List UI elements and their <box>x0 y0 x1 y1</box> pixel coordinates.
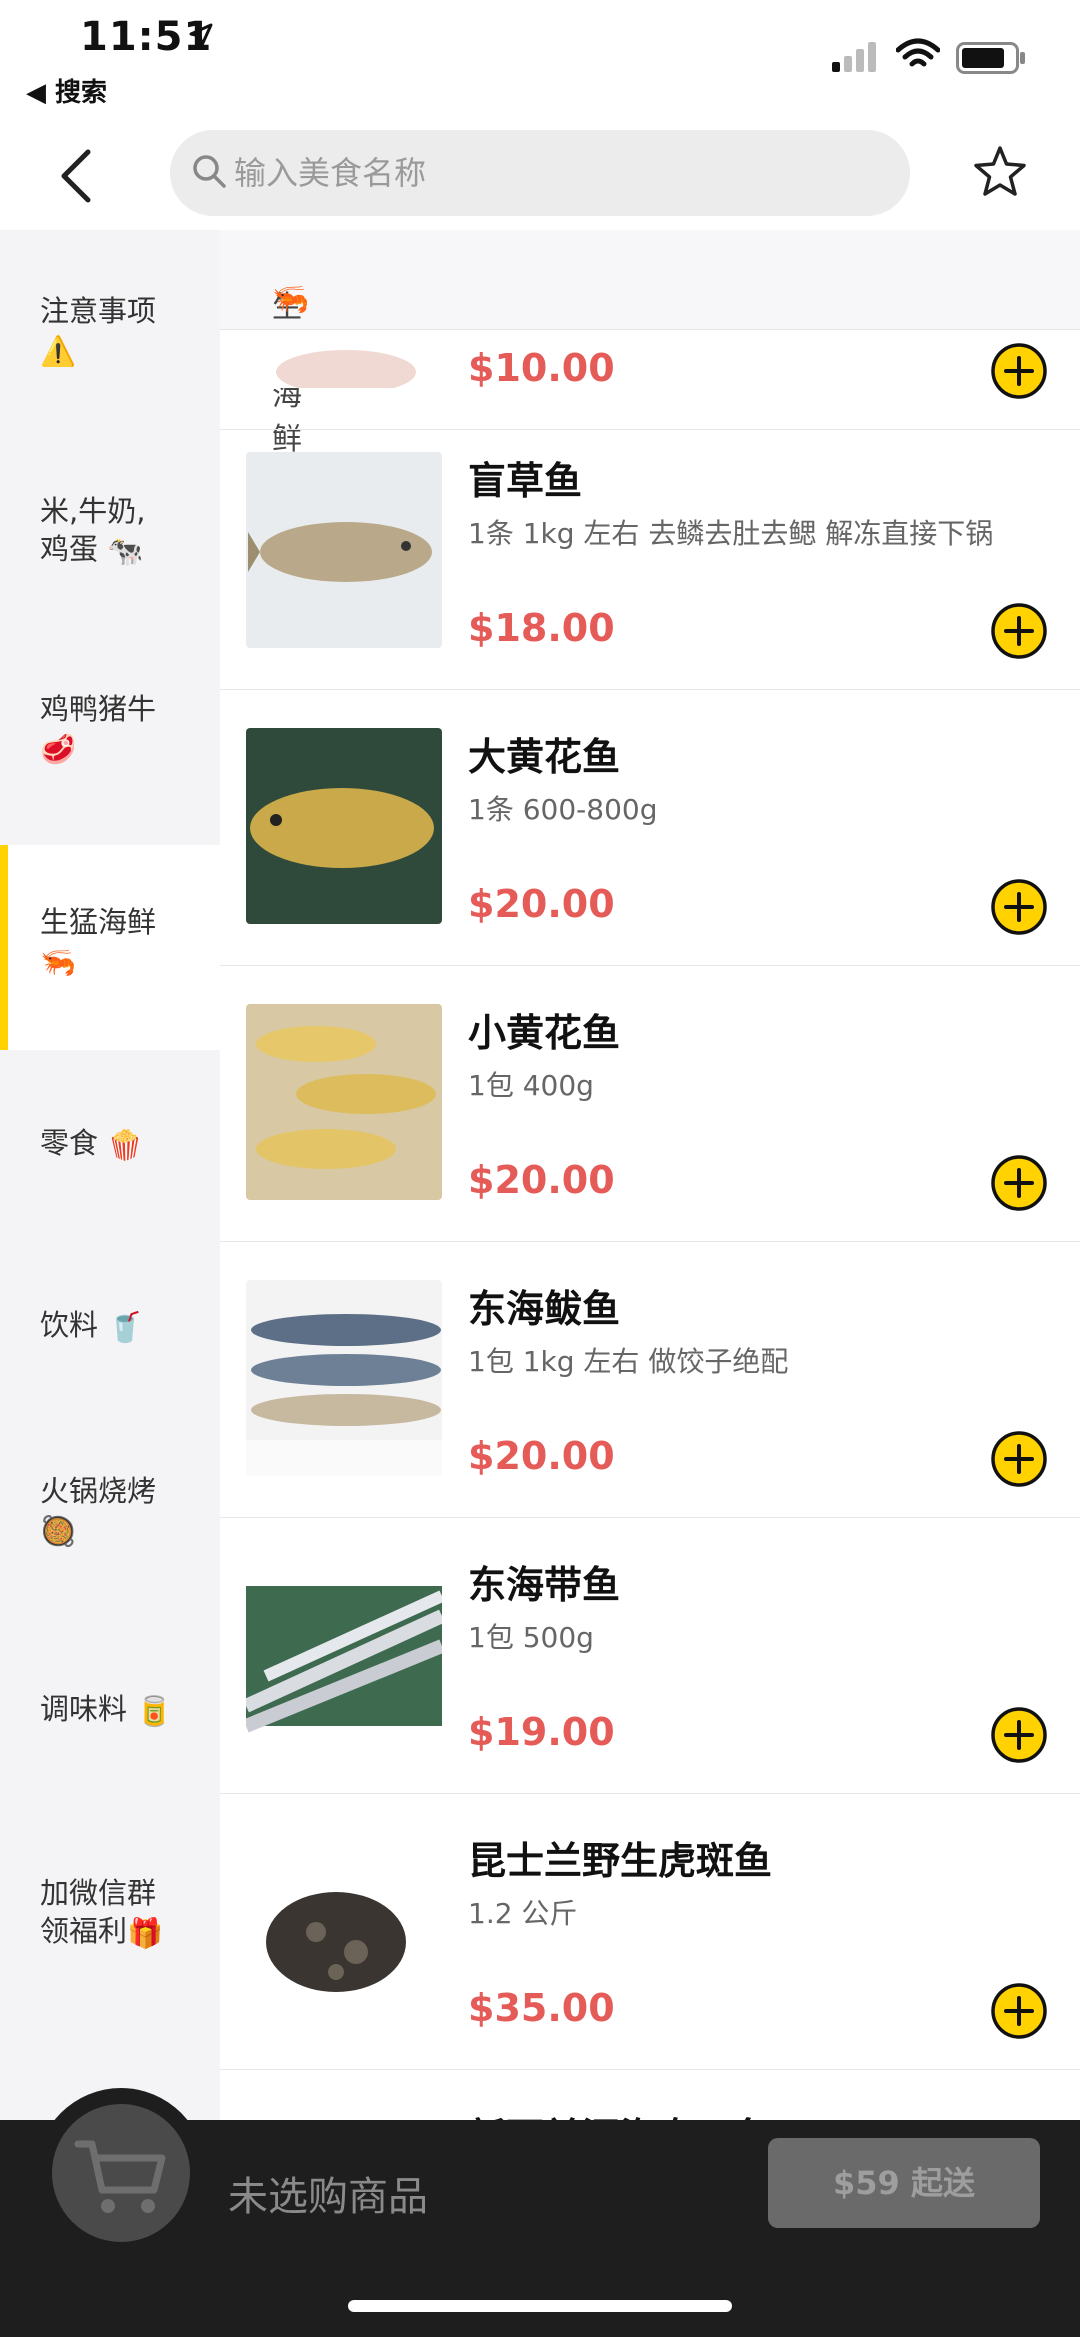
add-to-cart-icon[interactable] <box>990 1706 1048 1764</box>
cell-signal-icon <box>832 42 876 72</box>
product-name: 盲草鱼 <box>468 459 583 503</box>
wifi-icon <box>896 38 940 67</box>
sidebar-item-label: 米,牛奶, 鸡蛋 🐄 <box>40 494 146 568</box>
sidebar-item-snacks[interactable]: 零食 🍿 <box>0 1050 220 1230</box>
sidebar-item-meat[interactable]: 鸡鸭猪牛 🥩 <box>0 620 220 820</box>
product-name: 大黄花鱼 <box>468 735 621 779</box>
sidebar-item-label: 调味料 🥫 <box>40 1692 173 1728</box>
product-description: 1包 400g <box>468 1069 594 1102</box>
sidebar-item-hotpot-bbq[interactable]: 火锅烧烤 🥘 <box>0 1410 220 1610</box>
add-to-cart-icon[interactable] <box>990 602 1048 660</box>
product-description: 1包 500g <box>468 1621 594 1654</box>
list-item[interactable]: 盲草鱼 1条 1kg 左右 去鳞去肚去鳃 解冻直接下锅 $18.00 <box>220 414 1080 690</box>
sidebar-item-label: 零食 🍿 <box>40 1126 144 1162</box>
product-name: 小黄花鱼 <box>468 1011 621 1055</box>
product-price: $10.00 <box>468 346 615 390</box>
list-item[interactable]: 新西兰深海专口鱼 <box>220 2070 1080 2120</box>
back-chevron-icon[interactable] <box>50 148 106 204</box>
sidebar-item-label: 鸡鸭猪牛 🥩 <box>40 692 157 766</box>
section-header: 生猛海鲜🦐 <box>220 230 1080 457</box>
list-item[interactable]: 昆士兰野生虎斑鱼 1.2 公斤 $35.00 <box>220 1794 1080 2070</box>
sidebar-item-wechat-group[interactable]: 加微信群 领福利🎁 <box>0 1800 220 2000</box>
sidebar-item-notices[interactable]: 注意事项 ⚠️ <box>0 230 220 420</box>
shopping-cart-icon <box>74 2140 166 2213</box>
product-image <box>246 1004 442 1200</box>
cart-status-text: 未选购商品 <box>228 2174 428 2220</box>
sidebar-item-label: 火锅烧烤 🥘 <box>40 1474 157 1548</box>
product-image <box>246 452 442 648</box>
product-description: 1包 1kg 左右 做饺子绝配 <box>468 1345 789 1378</box>
product-name: 昆士兰野生虎斑鱼 <box>468 1839 773 1883</box>
product-image <box>246 1556 442 1752</box>
add-to-cart-icon[interactable] <box>990 1430 1048 1488</box>
battery-icon <box>956 42 1025 74</box>
product-price: $35.00 <box>468 1986 615 2030</box>
product-list: $10.00 盲草鱼 1条 1kg 左右 去鳞去肚去鳃 解冻直接下锅 $18.0… <box>220 330 1080 2120</box>
product-price: $20.00 <box>468 882 615 926</box>
add-to-cart-icon[interactable] <box>990 1154 1048 1212</box>
add-to-cart-icon[interactable] <box>990 878 1048 936</box>
home-indicator <box>348 2300 732 2312</box>
list-item[interactable]: 大黄花鱼 1条 600-800g $20.00 <box>220 690 1080 966</box>
product-name: 东海带鱼 <box>468 1563 621 1607</box>
product-price: $18.00 <box>468 606 615 650</box>
product-image <box>246 1280 442 1476</box>
list-item[interactable]: 东海鲅鱼 1包 1kg 左右 做饺子绝配 $20.00 <box>220 1242 1080 1518</box>
product-image <box>246 330 442 388</box>
list-item[interactable]: 东海带鱼 1包 500g $19.00 <box>220 1518 1080 1794</box>
product-price: $19.00 <box>468 1710 615 1754</box>
sidebar-item-label: 注意事项 ⚠️ <box>40 294 157 368</box>
favorite-star-icon[interactable] <box>972 144 1028 200</box>
product-name: 新西兰深海专口鱼 <box>468 2106 772 2120</box>
location-arrow-icon <box>189 23 213 47</box>
search-icon <box>193 155 226 188</box>
list-item[interactable]: 小黄花鱼 1包 400g $20.00 <box>220 966 1080 1242</box>
product-description: 1.2 公斤 <box>468 1897 578 1930</box>
add-to-cart-icon[interactable] <box>990 342 1048 400</box>
nav-bar <box>0 120 1080 230</box>
product-image <box>246 728 442 924</box>
product-description: 1条 1kg 左右 去鳞去肚去鳃 解冻直接下锅 <box>468 517 994 550</box>
sidebar-item-drinks[interactable]: 饮料 🥤 <box>0 1230 220 1410</box>
product-price: $20.00 <box>468 1158 615 1202</box>
sidebar-item-seasoning[interactable]: 调味料 🥫 <box>0 1610 220 1800</box>
product-name: 东海鲅鱼 <box>468 1287 621 1331</box>
sidebar-item-rice-milk-eggs[interactable]: 米,牛奶, 鸡蛋 🐄 <box>0 420 220 620</box>
search-input[interactable] <box>234 130 874 216</box>
product-price: $20.00 <box>468 1434 615 1478</box>
search-box[interactable] <box>170 130 910 216</box>
category-sidebar: 注意事项 ⚠️ 米,牛奶, 鸡蛋 🐄 鸡鸭猪牛 🥩 生猛海鲜 🦐 零食 🍿 饮料 🥤 火… <box>0 230 220 2120</box>
product-image <box>246 1832 442 2028</box>
sidebar-item-seafood[interactable]: 生猛海鲜 🦐 <box>0 845 220 1050</box>
add-to-cart-icon[interactable] <box>990 1982 1048 2040</box>
product-description: 1条 600-800g <box>468 793 658 826</box>
sidebar-item-label: 加微信群 领福利🎁 <box>40 1876 164 1950</box>
cart-button[interactable] <box>36 2088 206 2258</box>
status-bar: 11:51 ◀ 搜索 <box>0 0 1080 120</box>
sidebar-item-label: 饮料 🥤 <box>40 1308 144 1344</box>
sidebar-item-label: 生猛海鲜 🦐 <box>40 905 157 979</box>
checkout-button[interactable]: $59 起送 <box>768 2138 1040 2228</box>
back-to-search-app[interactable]: ◀ 搜索 <box>26 72 107 109</box>
